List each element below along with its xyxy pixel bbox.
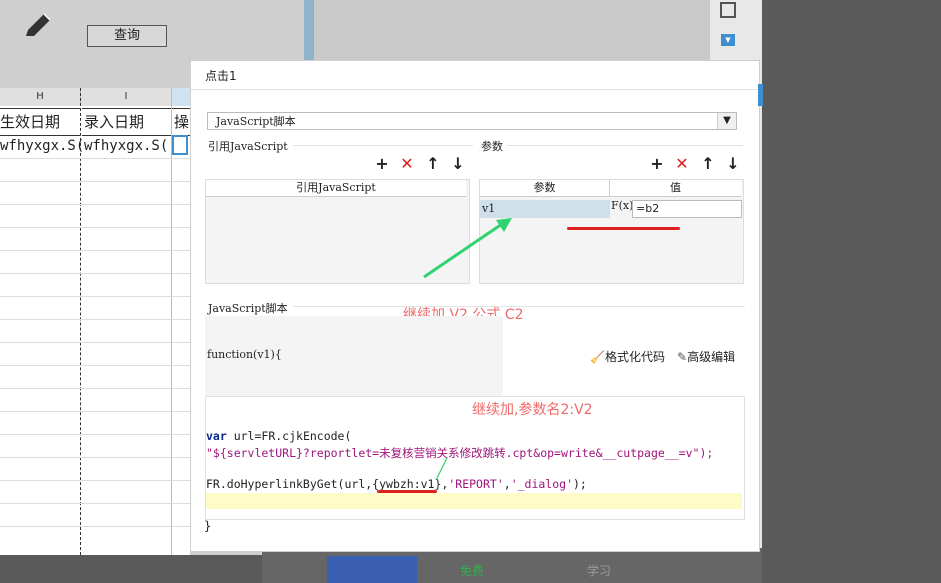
param-value-header: 值 (610, 180, 741, 197)
code-line-1[interactable]: var url=FR.cjkEncode( (206, 429, 351, 443)
row-line (0, 319, 190, 320)
row-line (0, 296, 190, 297)
row-line (0, 480, 190, 481)
row-line (0, 204, 190, 205)
row-line (0, 526, 190, 527)
divider (293, 145, 473, 146)
column-header-j[interactable] (172, 88, 191, 106)
row-line (0, 227, 190, 228)
format-code-label: 格式化代码 (604, 350, 665, 364)
row-line (0, 457, 190, 458)
pencil-icon[interactable] (20, 10, 54, 44)
code-line-2[interactable]: "${servletURL}?reportlet=未复核营销关系修改跳转.cpt… (206, 445, 713, 461)
row-line (0, 273, 190, 274)
dropdown-icon[interactable]: ▼ (721, 34, 735, 46)
code-text: , (503, 477, 511, 491)
red-underline-annotation (567, 227, 680, 230)
scrollbar[interactable] (758, 84, 763, 106)
study-link[interactable]: 学习 (587, 562, 611, 579)
link-type-value: JavaScript脚本 (216, 115, 296, 128)
divider (191, 89, 759, 90)
row-line (0, 158, 190, 159)
param-value-input[interactable]: =b2 (632, 200, 742, 218)
background-region (314, 0, 710, 60)
advanced-edit-button[interactable]: ✎高级编辑 (677, 348, 735, 365)
script-section-label: JavaScript脚本 (208, 302, 288, 315)
cell-title-op[interactable]: 操 (172, 108, 192, 136)
row-line (0, 388, 190, 389)
query-button[interactable]: 查询 (87, 25, 167, 47)
row-line (0, 250, 190, 251)
code-text: url=FR.cjkEncode( (226, 429, 352, 443)
code-string: 'REPORT' (448, 477, 504, 491)
banner-image[interactable] (327, 556, 417, 583)
add-icon[interactable]: + (374, 156, 390, 172)
row-line (0, 365, 190, 366)
outer-background (762, 0, 941, 583)
link-type-select[interactable]: JavaScript脚本 ▼ (207, 112, 737, 130)
param-name-header: 参数 (480, 180, 610, 197)
arrow-annotation (435, 457, 448, 481)
annotation-note-2: 继续加,参数名2:V2 (472, 402, 593, 418)
code-text: ); (573, 477, 587, 491)
cell-title-effective[interactable]: 生效日期 (0, 108, 80, 136)
cell-i-value[interactable]: wfhyxgx.S( (84, 135, 170, 157)
square-icon[interactable] (720, 2, 736, 18)
free-link[interactable]: 免费 (460, 562, 484, 579)
cell-h-value[interactable]: wfhyxgx.S( (0, 135, 84, 157)
function-signature: function(v1){ (207, 348, 282, 361)
row-line (0, 434, 190, 435)
arrow-up-icon[interactable]: ↑ (700, 156, 716, 172)
current-line-highlight (206, 493, 742, 509)
edit-icon: ✎ (677, 350, 688, 364)
divider (507, 145, 743, 146)
row-line (0, 411, 190, 412)
function-close-brace: } (204, 519, 212, 533)
code-line-3[interactable]: FR.doHyperlinkByGet(url,{ywbzh:v1},'REPO… (206, 477, 587, 491)
row-line (0, 181, 190, 182)
ref-js-section-label: 引用JavaScript (208, 140, 288, 153)
arrow-down-icon[interactable]: ↓ (725, 156, 741, 172)
row-line (0, 503, 190, 504)
dialog-title: 点击1 (205, 69, 237, 83)
delete-icon[interactable]: ✕ (399, 156, 415, 172)
advanced-edit-label: 高级编辑 (687, 350, 736, 364)
code-string: '_dialog' (510, 477, 573, 491)
formula-icon[interactable]: F(x) (611, 199, 633, 217)
arrow-up-icon[interactable]: ↑ (425, 156, 441, 172)
row-line (0, 342, 190, 343)
ref-js-column-header: 引用JavaScript (206, 180, 466, 197)
brush-icon: 🧹 (590, 350, 605, 364)
cell-title-entry[interactable]: 录入日期 (82, 108, 172, 136)
params-section-label: 参数 (481, 140, 503, 153)
column-header-i[interactable]: I (81, 88, 172, 106)
code-text: FR.doHyperlinkByGet(url, (206, 477, 373, 491)
arrow-down-icon[interactable]: ↓ (450, 156, 466, 172)
chevron-down-icon[interactable]: ▼ (717, 113, 736, 129)
delete-icon[interactable]: ✕ (674, 156, 690, 172)
column-header-h[interactable]: H (0, 88, 81, 106)
selected-cell[interactable] (172, 135, 188, 155)
code-keyword: var (206, 429, 227, 443)
format-code-button[interactable]: 🧹格式化代码 (590, 348, 665, 365)
arrow-annotation (423, 218, 512, 279)
add-icon[interactable]: + (649, 156, 665, 172)
